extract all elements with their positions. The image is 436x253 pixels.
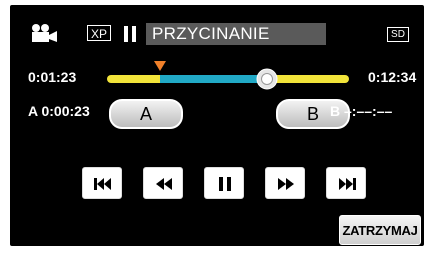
rewind-icon: [156, 178, 172, 190]
pause-button[interactable]: [204, 167, 244, 199]
timeline-after-playhead: [266, 75, 349, 83]
set-point-a-button[interactable]: A: [109, 99, 183, 129]
pause-status-icon: [124, 26, 138, 42]
skip-to-start-button[interactable]: [82, 167, 122, 199]
skip-to-end-button[interactable]: [326, 167, 366, 199]
current-time: 0:01:23: [28, 69, 77, 85]
timeline-before-a: [107, 75, 161, 83]
pause-icon: [219, 177, 231, 191]
skip-to-end-icon: [339, 178, 356, 190]
point-a-time-value: 0:00:23: [41, 103, 90, 119]
stop-button[interactable]: ZATRZYMAJ: [339, 215, 421, 245]
quality-badge: XP: [87, 25, 111, 41]
fast-forward-button[interactable]: [265, 167, 305, 199]
screen-title: PRZYCINANIE: [146, 23, 326, 45]
sd-card-badge: SD: [387, 27, 409, 42]
total-time: 0:12:34: [368, 69, 417, 85]
point-a-time: A 0:00:23: [28, 103, 90, 119]
video-camera-icon: [32, 24, 57, 42]
point-a-label: A: [28, 103, 38, 119]
top-bar: XP PRZYCINANIE SD: [10, 5, 424, 45]
point-b-time-value: –:––:––: [344, 103, 393, 119]
rewind-button[interactable]: [143, 167, 183, 199]
point-a-marker-icon: [154, 61, 167, 71]
playhead-handle[interactable]: [256, 68, 278, 90]
fast-forward-icon: [278, 178, 294, 190]
skip-to-start-icon: [94, 178, 111, 190]
point-b-label: B: [330, 103, 341, 119]
trim-timeline[interactable]: [107, 75, 349, 83]
point-b-time: B –:––:––: [330, 103, 392, 119]
playback-screen: XP PRZYCINANIE SD 0:01:23 0:12:34 A 0:00…: [10, 5, 424, 246]
timeline-selected-range: [160, 75, 267, 83]
